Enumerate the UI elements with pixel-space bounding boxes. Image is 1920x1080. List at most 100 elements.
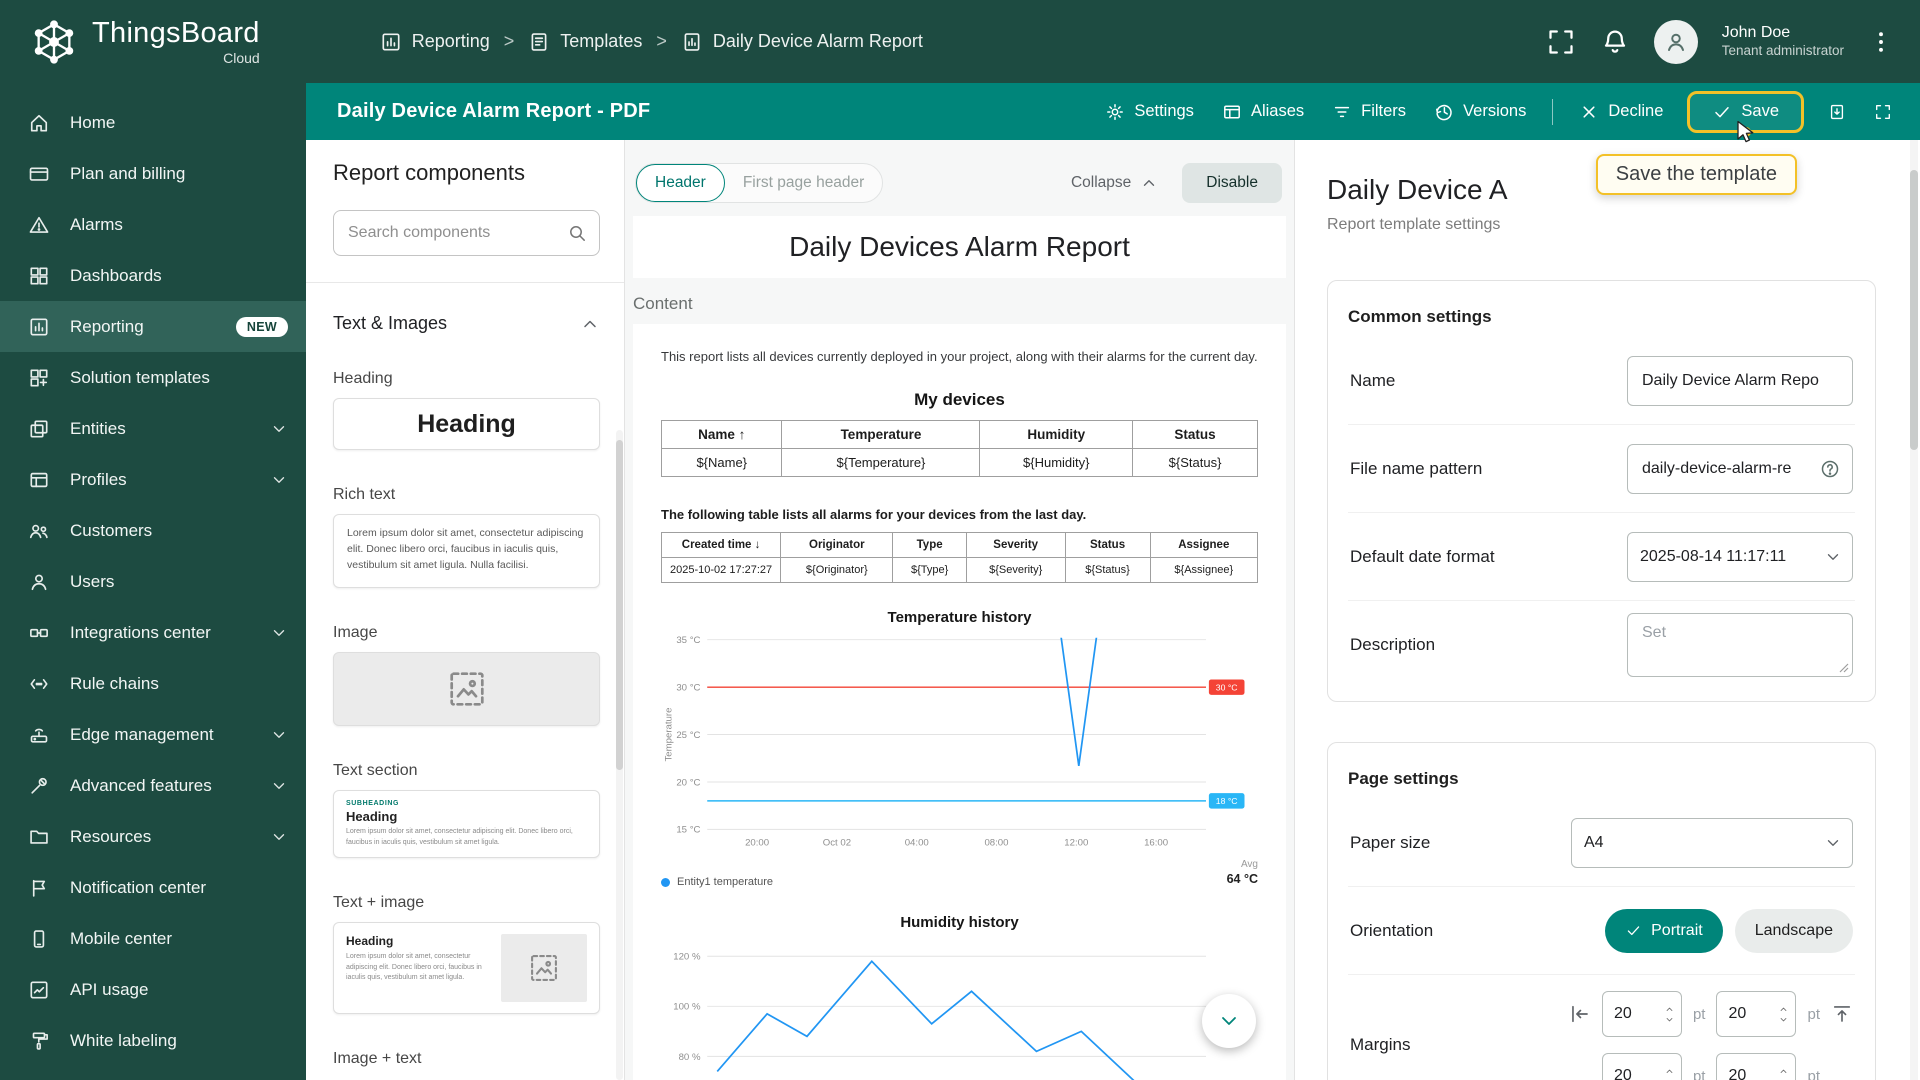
table-header[interactable]: Temperature [781,420,981,450]
fullscreen-button[interactable] [1546,27,1576,57]
user-info[interactable]: John Doe Tenant administrator [1722,23,1844,60]
sidebar-item-alarms[interactable]: Alarms [0,199,306,250]
breadcrumb-item-reporting[interactable]: Reporting [380,31,490,53]
sidebar-item-plan-and-billing[interactable]: Plan and billing [0,148,306,199]
sidebar-item-reporting[interactable]: Reporting NEW [0,301,306,352]
template-settings-panel: Daily Device A Report template settings … [1294,140,1920,1080]
save-button[interactable]: Save Save the template [1595,90,1804,195]
chevron-down-icon [270,624,288,642]
sidebar-item-users[interactable]: Users [0,556,306,607]
tab-header[interactable]: Header [636,164,725,202]
sidebar-item-customers[interactable]: Customers [0,505,306,556]
paper-size-select[interactable]: A4 [1571,817,1853,868]
table-header[interactable]: Originator [780,532,894,559]
sidebar-item-label: Edge management [70,724,214,744]
table-header[interactable]: Name ↑ [660,420,783,450]
help-icon[interactable] [1820,459,1840,479]
decrement-icon[interactable] [1778,1016,1789,1023]
margin-left-stepper[interactable]: 20 [1601,991,1682,1037]
landscape-button[interactable]: Landscape [1734,908,1853,953]
chevron-up-icon [1140,174,1158,192]
table-header[interactable]: Status [1064,532,1151,559]
table-header[interactable]: Humidity [979,420,1134,450]
decrement-icon[interactable] [1664,1016,1675,1023]
table-header[interactable]: Type [892,532,967,559]
unit-label: pt [1692,1005,1706,1023]
table-header[interactable]: Severity [965,532,1066,559]
breadcrumb-item-templates[interactable]: Templates [528,31,642,53]
notifications-button[interactable] [1600,27,1630,57]
sidebar-item-advanced-features[interactable]: Advanced features [0,760,306,811]
component-card-heading[interactable]: Heading [333,398,600,450]
report-title-band: Daily Devices Alarm Report [633,216,1286,278]
margin-right-stepper[interactable]: 20 [1716,991,1797,1037]
scroll-down-fab[interactable] [1202,994,1256,1048]
versions-button[interactable]: Versions [1422,94,1538,130]
collapse-button[interactable]: Collapse [1065,173,1164,193]
brand[interactable]: ThingsBoard Cloud [28,16,260,68]
sidebar-item-profiles[interactable]: Profiles [0,454,306,505]
component-card-text-image[interactable]: Heading Lorem ipsum dolor sit amet, cons… [333,922,600,1014]
legend-item[interactable]: Entity1 temperature [661,876,773,888]
svg-text:30 °C: 30 °C [676,683,700,694]
sidebar-item-rule-chains[interactable]: Rule chains [0,658,306,709]
sidebar-item-white-labeling[interactable]: White labeling [0,1015,306,1066]
aliases-button-label: Aliases [1250,102,1305,120]
resources-icon [28,826,50,848]
breadcrumb-item-daily-device-alarm-report[interactable]: Daily Device Alarm Report [681,31,923,53]
margin-bottom-stepper[interactable]: 20 [1716,1053,1797,1080]
svg-text:120 %: 120 % [673,952,701,963]
section-text-and-images[interactable]: Text & Images [333,313,600,334]
margin-top-stepper[interactable]: 20 [1601,1053,1682,1080]
resize-handle[interactable] [1839,663,1849,673]
aliases-button[interactable]: Aliases [1210,94,1316,130]
export-report-icon[interactable] [1816,92,1858,132]
file-name-pattern-input[interactable] [1640,458,1814,479]
sidebar-item-dashboards[interactable]: Dashboards [0,250,306,301]
settings-scrollbar[interactable] [1910,170,1918,450]
component-card-image[interactable] [333,652,600,726]
table-header[interactable]: Assignee [1149,532,1259,559]
sidebar-item-home[interactable]: Home [0,97,306,148]
sidebar-item-mobile-center[interactable]: Mobile center [0,913,306,964]
margin-controls: 20 pt 20 pt 20 pt 20 pt [1569,991,1853,1080]
sidebar-item-edge-management[interactable]: Edge management [0,709,306,760]
table-header[interactable]: Status [1132,420,1258,450]
sidebar-item-solution-templates[interactable]: Solution templates [0,352,306,403]
table-cell: ${Temperature} [781,448,981,478]
date-format-select[interactable]: 2025-08-14 11:17:11 [1627,531,1853,582]
sidebar-item-integrations-center[interactable]: Integrations center [0,607,306,658]
sidebar-item-settings[interactable]: Settings [0,1066,306,1080]
increment-icon[interactable] [1664,1006,1675,1013]
sidebar-item-resources[interactable]: Resources [0,811,306,862]
disable-button[interactable]: Disable [1182,163,1282,203]
component-card-text-section[interactable]: SUBHEADING Heading Lorem ipsum dolor sit… [333,790,600,858]
increment-icon[interactable] [1778,1068,1789,1075]
paper-size-row: Paper size A4 [1348,799,1855,887]
component-card-rich-text[interactable]: Lorem ipsum dolor sit amet, consectetur … [333,514,600,588]
table-header[interactable]: Created time ↓ [660,532,782,559]
tab-first-page-header[interactable]: First page header [725,165,883,201]
settings-button[interactable]: Settings [1093,94,1206,130]
components-scrollbar[interactable] [616,440,623,770]
sidebar-item-notification-center[interactable]: Notification center [0,862,306,913]
description-textarea[interactable] [1640,622,1840,672]
search-input[interactable] [346,223,567,243]
increment-icon[interactable] [1778,1006,1789,1013]
increment-icon[interactable] [1664,1068,1675,1075]
decline-button[interactable]: Decline [1567,94,1675,130]
kebab-menu-button[interactable] [1868,29,1894,55]
unit-label: pt [1807,1005,1820,1023]
toolbar-actions: Settings Aliases Filters Versions Declin… [1093,90,1904,195]
filters-button[interactable]: Filters [1320,94,1418,130]
editor-fullscreen-button[interactable] [1862,92,1904,132]
portrait-button[interactable]: Portrait [1605,908,1723,953]
name-input[interactable] [1640,370,1840,391]
alarms-icon [28,214,50,236]
avatar[interactable] [1653,19,1698,64]
sidebar-item-entities[interactable]: Entities [0,403,306,454]
paper-size-value: A4 [1584,833,1604,851]
doc-report-icon [681,31,703,53]
sidebar-item-api-usage[interactable]: API usage [0,964,306,1015]
margin-top-value: 20 [1613,1067,1632,1080]
